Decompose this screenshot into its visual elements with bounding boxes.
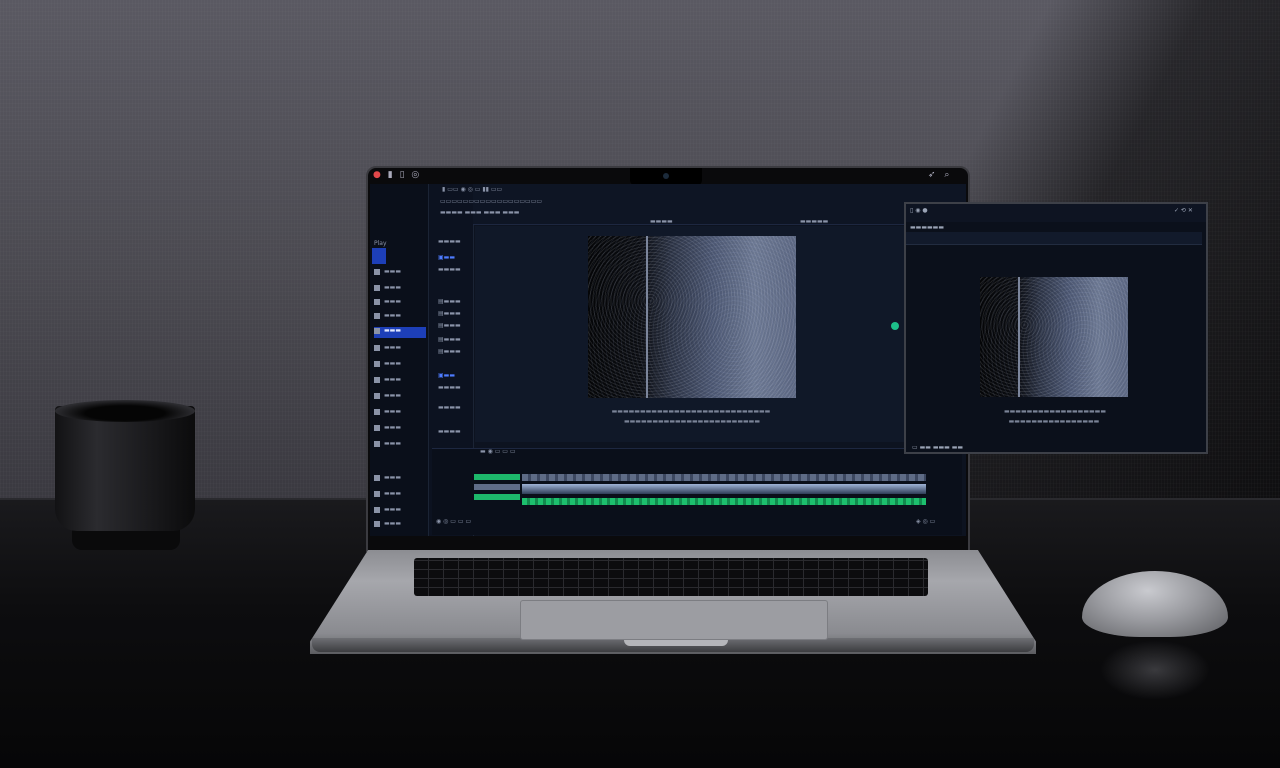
sidebar-item[interactable]: ▬▬▬ <box>374 268 426 279</box>
tool-row[interactable]: ▬▬▬▬ <box>438 238 472 246</box>
sidebar-icon <box>374 284 380 291</box>
sidebar-item[interactable]: ▬▬▬ <box>374 360 426 371</box>
sidebar-item[interactable]: ▬▬▬ <box>374 424 426 435</box>
share-icon[interactable]: ➶ <box>928 170 939 180</box>
video-track[interactable] <box>522 474 926 481</box>
tool-row-active[interactable]: ▣▬▬ <box>438 372 472 380</box>
mug-rim <box>55 400 195 422</box>
tab-item[interactable]: ▬▬▬▬ <box>650 218 673 225</box>
frame-divider <box>646 236 648 398</box>
window-toolbar-right[interactable]: ➶ ⌕ <box>928 170 952 180</box>
tool-row[interactable]: ▬▬▬▬ <box>438 404 472 412</box>
window-controls[interactable]: ▯ ◉ ● <box>910 207 928 214</box>
tool-row[interactable]: ▤▬▬▬ <box>438 322 472 330</box>
sidebar-icon <box>374 506 380 513</box>
monitor-subbar <box>906 232 1202 245</box>
tab-bar[interactable]: ▬▬▬▬ ▬▬▬ ▬▬▬ ▬▬▬ <box>440 209 519 216</box>
mug <box>55 406 195 531</box>
timeline-bottom-controls[interactable]: ◉ ◎ ▭ ▭ ▭ <box>436 518 471 525</box>
sidebar-icon <box>374 424 380 431</box>
sidebar-icon <box>374 490 380 497</box>
sidebar-icon <box>374 298 380 305</box>
sidebar-icon <box>374 376 380 383</box>
timeline-controls[interactable]: ▬ ◉ ▭ ▭ ▭ <box>480 448 516 455</box>
sidebar-icon <box>374 520 380 527</box>
sidebar-icon <box>374 344 380 351</box>
track-label[interactable] <box>474 474 520 480</box>
tool-row-active[interactable]: ▣▬▬ <box>438 254 472 262</box>
sidebar-icon <box>374 268 380 275</box>
tool-row[interactable]: ▬▬▬▬ <box>438 428 472 436</box>
menu-icon[interactable]: ▮ <box>388 170 395 180</box>
monitor-caption-line: ▬▬▬▬▬▬▬▬▬▬▬▬▬▬▬▬ <box>1008 418 1100 425</box>
sidebar-item[interactable]: ▬▬▬ <box>374 312 426 323</box>
sidebar-item[interactable]: ▬▬▬ <box>374 376 426 387</box>
sidebar-item[interactable]: ▬▬▬ <box>374 490 426 501</box>
tool-row[interactable]: ▬▬▬▬ <box>438 384 472 392</box>
audio-track[interactable] <box>522 484 926 494</box>
tool-row[interactable]: ▤▬▬▬ <box>438 310 472 318</box>
sidebar-icon <box>374 360 380 367</box>
sidebar-item[interactable]: ▬▬▬ <box>374 506 426 517</box>
toolbar-row[interactable]: ▭▭▭▭▭▭▭▭▭▭▭▭▭▭▭▭▭▭ <box>440 198 542 205</box>
sidebar-icon <box>374 440 380 447</box>
preview-frame <box>588 236 796 398</box>
tool-row[interactable]: ▬▬▬▬ <box>438 266 472 274</box>
sidebar-item[interactable]: ▬▬▬ <box>374 408 426 419</box>
view-icon[interactable]: ▯ <box>400 170 407 180</box>
window-toolbar-left[interactable]: ● ▮ ▯ ◎ <box>373 170 421 180</box>
sidebar-item[interactable]: ▬▬▬ <box>374 284 426 295</box>
external-monitor-titlebar <box>906 204 1206 222</box>
mouse-reflection <box>1100 640 1210 700</box>
trackpad[interactable] <box>520 600 828 640</box>
sidebar-item[interactable]: ▬▬▬ <box>374 298 426 309</box>
tool-row[interactable]: ▤▬▬▬ <box>438 298 472 306</box>
track-label[interactable] <box>474 494 520 500</box>
sidebar-icon <box>374 312 380 319</box>
sidebar-icon <box>374 474 380 481</box>
frame-divider <box>1018 277 1020 397</box>
settings-icon[interactable]: ◎ <box>411 170 421 180</box>
audio-waveform-track[interactable] <box>522 498 926 505</box>
sidebar-item-active[interactable] <box>372 248 386 264</box>
sidebar-icon <box>374 392 380 399</box>
caption-line: ▬▬▬▬▬▬▬▬▬▬▬▬▬▬▬▬▬▬▬▬▬▬▬▬ <box>623 418 761 425</box>
track-label[interactable] <box>474 484 520 490</box>
monitor-title: ▬▬▬▬▬▬ <box>910 224 945 231</box>
window-actions[interactable]: ✓ ⟲ ✕ <box>1174 207 1193 214</box>
monitor-caption-line: ▬▬▬▬▬▬▬▬▬▬▬▬▬▬▬▬▬▬ <box>1003 408 1107 415</box>
app-logo-icon[interactable]: ● <box>373 170 383 180</box>
tool-row[interactable]: ▤▬▬▬ <box>438 336 472 344</box>
tab-item[interactable]: ▬▬▬▬▬ <box>800 218 828 225</box>
status-dot <box>891 322 899 330</box>
sidebar-item[interactable]: ▬▬▬ <box>374 474 426 485</box>
tool-row[interactable]: ▤▬▬▬ <box>438 348 472 356</box>
sidebar-icon <box>374 327 380 334</box>
keyboard[interactable] <box>414 558 928 596</box>
caption-line: ▬▬▬▬▬▬▬▬▬▬▬▬▬▬▬▬▬▬▬▬▬▬▬▬▬▬▬▬ <box>611 408 771 415</box>
sidebar-item[interactable]: ▬▬▬ <box>374 344 426 355</box>
editor-topbar <box>473 184 966 225</box>
toolbar-row[interactable]: ▮ ▭▭ ◉ ◎ ▭ ▮▮ ▭▭ <box>442 186 502 193</box>
sidebar-item[interactable]: ▬▬▬ <box>374 392 426 403</box>
sidebar-item[interactable]: ▬▬▬ <box>374 520 426 531</box>
search-icon[interactable]: ⌕ <box>944 170 952 180</box>
monitor-bottom-bar[interactable]: ▭ ▬▬ ▬▬▬ ▬▬ <box>912 444 963 451</box>
sidebar-item[interactable]: ▬▬▬ <box>374 440 426 451</box>
monitor-preview-frame <box>980 277 1128 397</box>
timeline-zoom-controls[interactable]: ◈ ◎ ▭ <box>916 518 935 525</box>
camera-icon <box>663 173 669 179</box>
sidebar-icon <box>374 408 380 415</box>
sidebar-item-selected[interactable]: ▬▬▬ <box>374 327 426 338</box>
